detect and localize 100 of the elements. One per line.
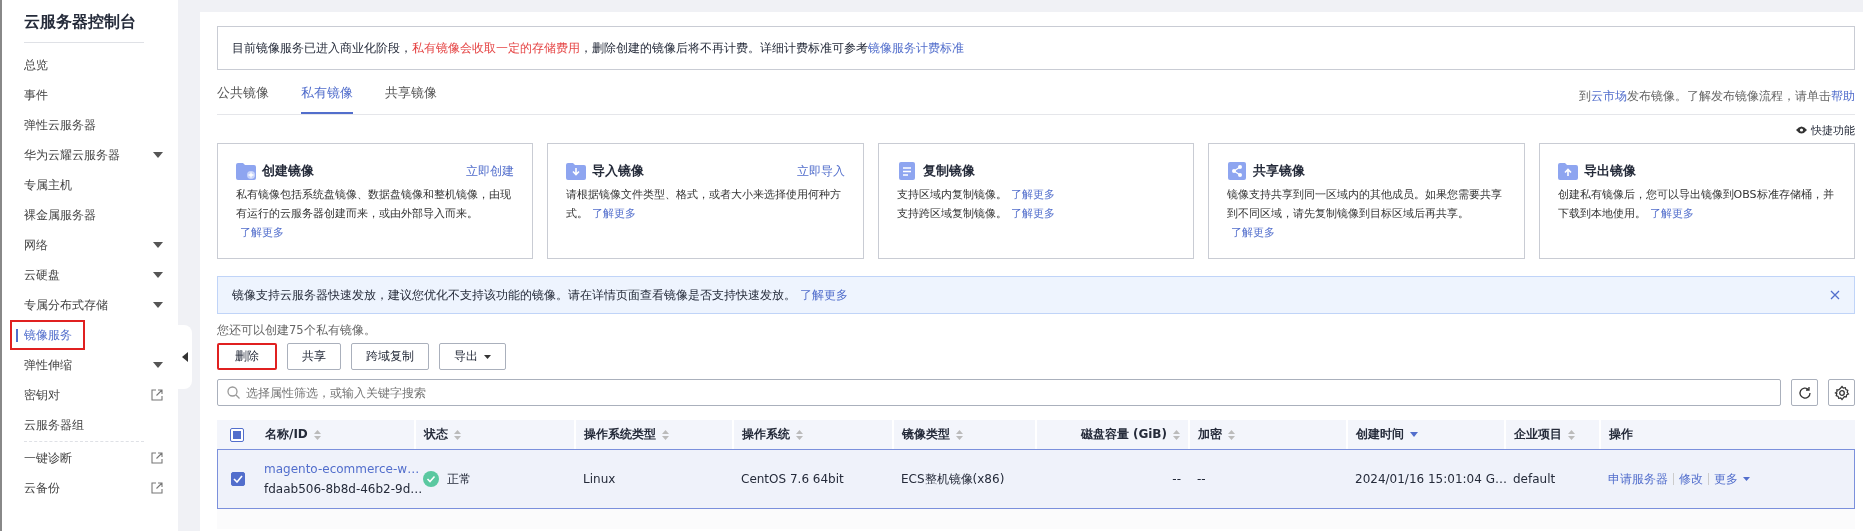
table-cell: 2024/01/16 15:01:04 G… xyxy=(1355,472,1507,486)
sort-icon[interactable] xyxy=(1568,429,1575,440)
nav-item[interactable]: 镜像服务 xyxy=(10,320,85,350)
sort-icon[interactable] xyxy=(313,429,321,440)
text-link[interactable]: 云市场 xyxy=(1591,89,1627,103)
nav-item[interactable]: 总览 xyxy=(24,50,167,80)
nav-item[interactable]: 密钥对 xyxy=(24,380,167,410)
column-header[interactable]: 操作 xyxy=(1609,426,1633,443)
table-cell: CentOS 7.6 64bit xyxy=(741,472,844,486)
nav-item[interactable]: 专属分布式存储 xyxy=(24,290,167,320)
refresh-icon xyxy=(1797,385,1812,400)
sort-icon[interactable] xyxy=(662,429,669,440)
collapse-handle[interactable] xyxy=(178,325,192,389)
sort-icon[interactable] xyxy=(796,429,803,440)
action-button[interactable]: 共享 xyxy=(287,343,341,370)
external-link-icon xyxy=(151,452,163,464)
sort-icon[interactable] xyxy=(454,429,461,440)
folder-upload-icon xyxy=(1557,162,1578,180)
card-description: 支持跨区域复制镜像。 了解更多 xyxy=(896,206,1056,222)
card-title: 导出镜像 xyxy=(1583,162,1636,180)
learn-more-link[interactable]: 了解更多 xyxy=(592,207,637,220)
nav-item[interactable]: 一键诊断 xyxy=(24,443,167,473)
column-header[interactable]: 操作系统类型 xyxy=(584,426,656,443)
notice-text: ，删除创建的镜像后将不再计费。详细计费标准可参考 xyxy=(580,40,868,56)
card-title: 导入镜像 xyxy=(592,162,645,180)
sort-icon[interactable] xyxy=(956,429,963,440)
help-text: 到 xyxy=(1579,89,1591,103)
learn-more-link[interactable]: 了解更多 xyxy=(240,226,284,239)
search-field[interactable]: 选择属性筛选，或输入关键字搜索 xyxy=(217,379,1781,406)
help-text: 发布镜像。了解发布镜像流程，请单击 xyxy=(1627,89,1831,103)
nav-item[interactable]: 专属主机 xyxy=(24,170,167,200)
learn-more-link[interactable]: 了解更多 xyxy=(800,287,848,302)
caret-icon xyxy=(153,242,163,248)
nav-item[interactable]: 云服务器组 xyxy=(24,410,167,440)
column-header[interactable]: 状态 xyxy=(424,426,448,443)
row-action-link[interactable]: 修改 xyxy=(1679,470,1703,488)
column-header[interactable]: 企业项目 xyxy=(1514,426,1562,443)
card-title: 创建镜像 xyxy=(262,162,314,180)
tab[interactable]: 私有镜像 xyxy=(301,78,353,114)
learn-more-link[interactable]: 了解更多 xyxy=(1010,188,1055,201)
nav-item[interactable]: 弹性伸缩 xyxy=(24,350,167,380)
learn-more-link[interactable]: 了解更多 xyxy=(1649,207,1694,220)
notice-text: 私有镜像会收取一定的存储费用 xyxy=(412,40,580,56)
card-title: 共享镜像 xyxy=(1253,162,1306,180)
row-action-link[interactable]: 更多 xyxy=(1714,470,1750,488)
search-icon xyxy=(227,386,240,399)
card-title: 复制镜像 xyxy=(922,162,975,180)
action-button[interactable]: 跨域复制 xyxy=(351,343,429,370)
banner-text: 镜像支持云服务器快速发放，建议您优化不支持该功能的镜像。请在详情页面查看镜像是否支持快速发放。 了解更多 xyxy=(232,287,848,303)
column-header[interactable]: 名称/ID xyxy=(265,426,308,443)
table-cell: Linux xyxy=(583,472,616,486)
column-header[interactable]: 创建时间 xyxy=(1356,426,1404,443)
caret-icon xyxy=(1743,477,1750,481)
document-icon xyxy=(896,162,917,180)
caret-icon xyxy=(484,354,491,359)
quota-text: 您还可以创建75个私有镜像。 xyxy=(217,323,377,338)
action-button[interactable]: 导出 xyxy=(439,343,506,370)
tab[interactable]: 公共镜像 xyxy=(217,78,269,114)
sort-icon[interactable] xyxy=(1410,432,1418,437)
table-cell: -- xyxy=(1172,472,1181,486)
select-all-checkbox[interactable] xyxy=(230,427,244,442)
nav-item[interactable]: 云备份 xyxy=(24,473,167,503)
nav-item[interactable]: 裸金属服务器 xyxy=(24,200,167,230)
caret-icon xyxy=(153,362,163,368)
nav-item[interactable]: 事件 xyxy=(24,80,167,110)
nav-item[interactable]: 云硬盘 xyxy=(24,260,167,290)
sort-icon[interactable] xyxy=(1228,429,1235,440)
action-link[interactable]: 立即导入 xyxy=(796,163,845,179)
refresh-button[interactable] xyxy=(1791,379,1818,406)
row-action-link[interactable]: 申请服务器 xyxy=(1608,470,1668,488)
caret-icon xyxy=(153,152,163,158)
text-link[interactable]: 镜像服务计费标准 xyxy=(868,40,964,56)
row-checkbox[interactable] xyxy=(231,472,245,486)
column-header[interactable]: 操作系统 xyxy=(742,426,790,443)
text-link[interactable]: 帮助 xyxy=(1831,89,1855,103)
eye-icon xyxy=(1796,126,1807,134)
column-header[interactable]: 镜像类型 xyxy=(902,426,950,443)
card-description: 创建私有镜像后，您可以导出镜像到OBS标准存储桶，并下载到本地使用。 了解更多 xyxy=(1557,187,1835,222)
tab[interactable]: 共享镜像 xyxy=(385,78,437,114)
nav-item[interactable]: 弹性云服务器 xyxy=(24,110,167,140)
notice-text: 目前镜像服务已进入商业化阶段， xyxy=(232,40,412,56)
caret-icon xyxy=(153,272,163,278)
action-link[interactable]: 立即创建 xyxy=(466,163,515,179)
table-row[interactable]: magento-ecommerce-w… fdaab506-8b8d-46b2-9d… 正常 Linux CentOS 7.6 64bit ECS整机镜像(x86) -- -- 2024/01/16 15:01:04 G… default 申请服务器 修改 更多 xyxy=(217,449,1855,509)
nav-item[interactable]: 网络 xyxy=(24,230,167,260)
table-cell: default xyxy=(1513,472,1556,486)
console-title: 云服务器控制台 xyxy=(24,12,136,32)
learn-more-link[interactable]: 了解更多 xyxy=(1010,207,1055,220)
card-description: 私有镜像包括系统盘镜像、数据盘镜像和整机镜像，由现有运行的云服务器创建而来，或由外部导入而来。 了解更多 xyxy=(236,187,512,241)
image-name-link[interactable]: magento-ecommerce-w… xyxy=(264,462,420,476)
close-icon[interactable] xyxy=(1830,290,1840,300)
nav-item[interactable]: 华为云耀云服务器 xyxy=(24,140,167,170)
column-header[interactable]: 磁盘容量 (GiB) xyxy=(1080,426,1167,443)
column-header[interactable]: 加密 xyxy=(1198,426,1222,443)
action-button[interactable]: 删除 xyxy=(217,343,277,370)
settings-button[interactable] xyxy=(1828,379,1855,406)
sort-icon[interactable] xyxy=(1173,429,1180,440)
learn-more-link[interactable]: 了解更多 xyxy=(1231,226,1276,239)
image-id: fdaab506-8b8d-46b2-9d… xyxy=(264,482,423,496)
quick-functions-toggle[interactable]: 快捷功能 xyxy=(1796,122,1855,138)
